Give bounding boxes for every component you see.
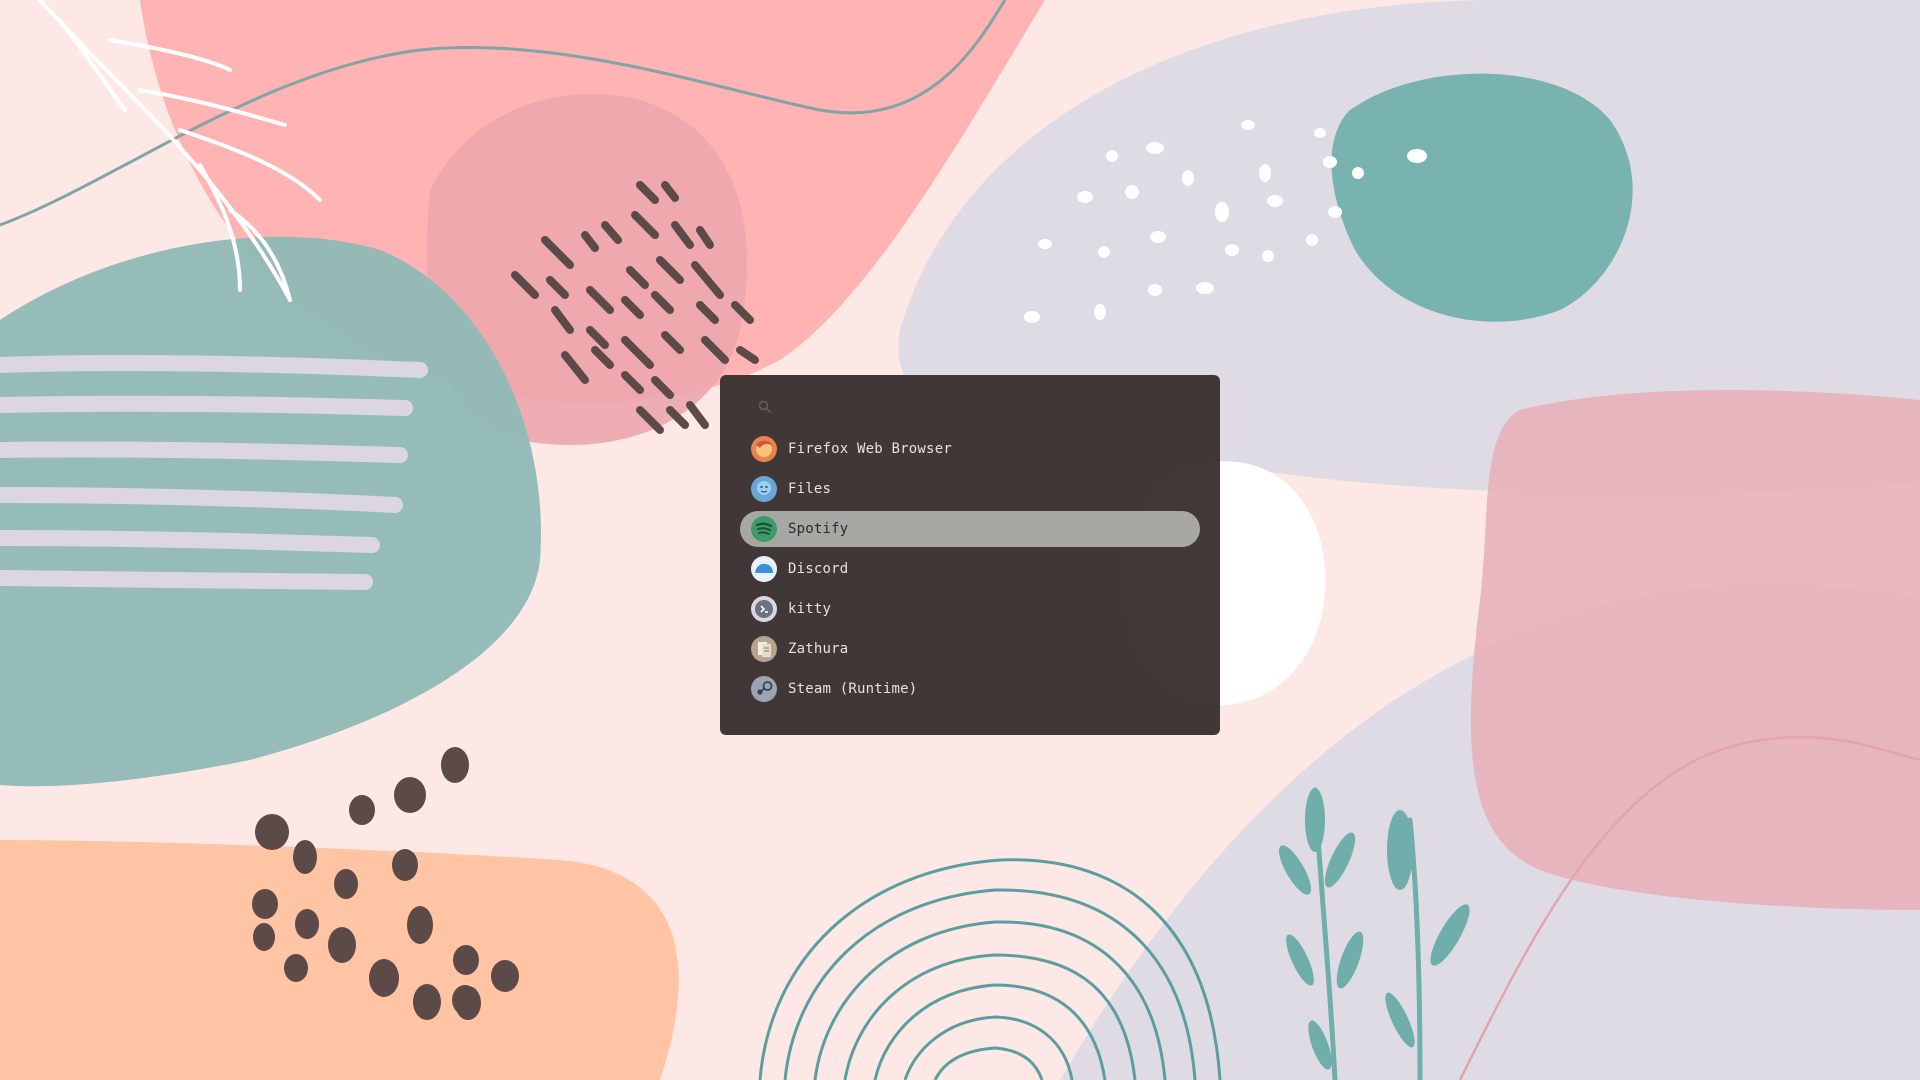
app-label: Spotify xyxy=(788,521,849,537)
app-label: Firefox Web Browser xyxy=(788,441,952,457)
spotify-icon xyxy=(750,515,778,543)
app-launcher: Firefox Web Browser Files Spotify Discord ki… xyxy=(720,375,1220,735)
app-label: Files xyxy=(788,481,832,497)
app-item-spotify[interactable]: Spotify xyxy=(740,511,1200,547)
discord-icon xyxy=(750,555,778,583)
app-item-firefox-web-browser[interactable]: Firefox Web Browser xyxy=(740,431,1200,467)
app-label: Discord xyxy=(788,561,849,577)
app-item-steam-runtime[interactable]: Steam (Runtime) xyxy=(740,671,1200,707)
app-label: kitty xyxy=(788,601,832,617)
app-item-zathura[interactable]: Zathura xyxy=(740,631,1200,667)
files-icon xyxy=(750,475,778,503)
zathura-icon xyxy=(750,635,778,663)
app-item-kitty[interactable]: kitty xyxy=(740,591,1200,627)
search-input[interactable] xyxy=(782,397,1186,417)
firefox-icon xyxy=(750,435,778,463)
app-list: Firefox Web Browser Files Spotify Discord ki… xyxy=(740,431,1200,707)
app-item-discord[interactable]: Discord xyxy=(740,551,1200,587)
app-label: Steam (Runtime) xyxy=(788,681,918,697)
steam-icon xyxy=(750,675,778,703)
app-item-files[interactable]: Files xyxy=(740,471,1200,507)
search-bar[interactable] xyxy=(740,389,1200,425)
search-icon xyxy=(758,400,772,414)
app-label: Zathura xyxy=(788,641,849,657)
kitty-icon xyxy=(750,595,778,623)
